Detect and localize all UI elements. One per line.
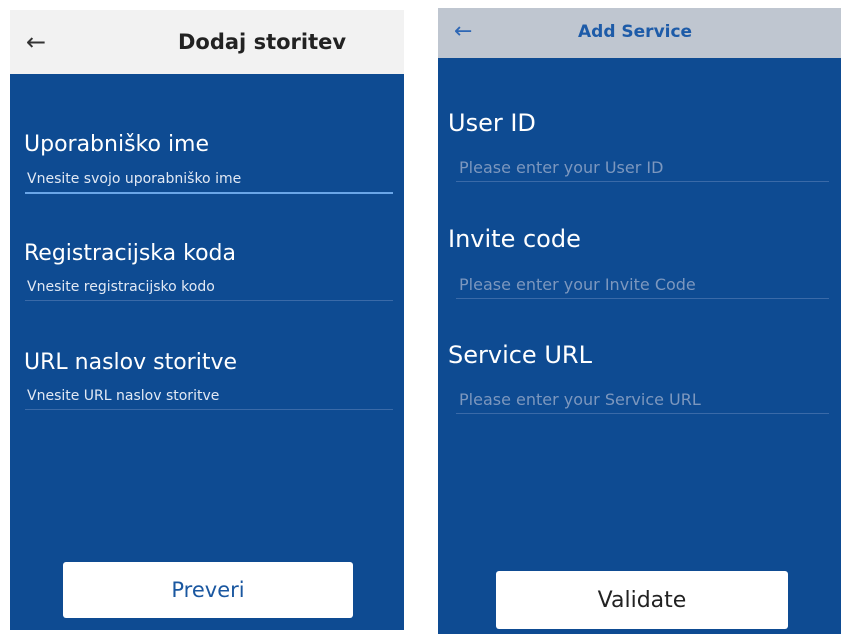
user-id-label: User ID [448, 109, 536, 137]
back-arrow-icon[interactable]: ← [454, 19, 472, 45]
service-url-input[interactable] [456, 385, 829, 414]
user-id-input[interactable] [456, 153, 829, 182]
service-url-label: Service URL [448, 341, 592, 369]
invite-code-input[interactable] [456, 270, 829, 299]
registration-code-input[interactable] [25, 274, 393, 301]
invite-code-label: Invite code [448, 225, 581, 253]
back-arrow-icon[interactable]: ← [26, 28, 46, 56]
validate-button[interactable]: Validate [496, 571, 788, 629]
service-url-label: URL naslov storitve [24, 350, 237, 375]
left-app-bar: ← Dodaj storitev [10, 10, 404, 74]
right-add-service-screen: ← Add Service User ID Invite code Servic… [438, 8, 841, 634]
right-app-bar: ← Add Service [438, 8, 841, 58]
service-url-input[interactable] [25, 383, 393, 410]
username-input[interactable] [25, 166, 393, 194]
verify-button[interactable]: Preveri [63, 562, 353, 618]
username-label: Uporabniško ime [24, 132, 210, 157]
page-title: Add Service [578, 22, 693, 42]
page-title: Dodaj storitev [178, 30, 347, 54]
registration-code-label: Registracijska koda [24, 241, 236, 266]
left-add-service-screen: ← Dodaj storitev Uporabniško ime Registr… [10, 10, 404, 630]
